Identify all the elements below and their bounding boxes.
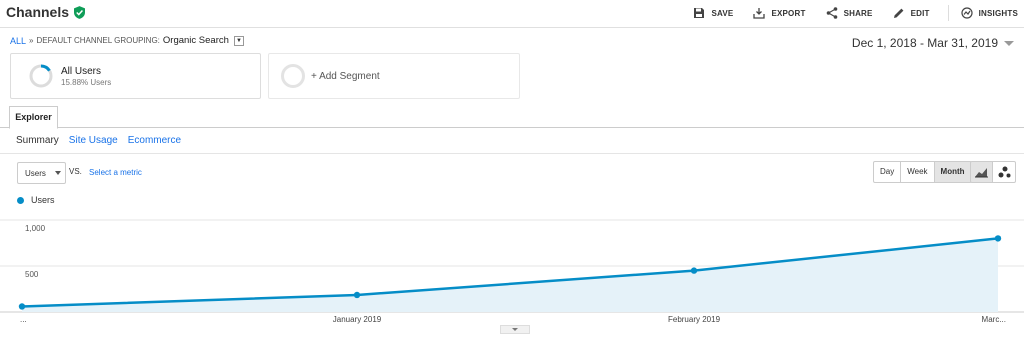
x-tick-label: Marc... xyxy=(982,315,1006,324)
breadcrumb-arrow: » xyxy=(29,36,34,45)
verified-shield-icon xyxy=(74,5,86,19)
period-month-button[interactable]: Month xyxy=(934,162,971,182)
insights-button[interactable]: INSIGHTS xyxy=(961,7,1018,19)
subtab-summary[interactable]: Summary xyxy=(16,135,59,146)
tab-explorer[interactable]: Explorer xyxy=(9,106,58,129)
users-area-chart: 1,000 500... January 2019 February 2019 Marc… xyxy=(0,219,1024,324)
save-button[interactable]: SAVE xyxy=(693,7,733,19)
segment-percent: 15.88% Users xyxy=(61,77,112,87)
export-button[interactable]: EXPORT xyxy=(753,7,805,19)
data-point xyxy=(353,291,361,299)
edit-icon xyxy=(893,8,903,18)
x-tick-label: January 2019 xyxy=(333,315,382,324)
data-point xyxy=(18,303,26,310)
bubble-chart-icon xyxy=(998,166,1010,178)
report-actions: SAVE EXPORT SHARE EDIT INSIGHTS xyxy=(673,5,1018,21)
line-chart-button[interactable] xyxy=(971,162,993,182)
report-title: Channels xyxy=(6,4,86,20)
export-label: EXPORT xyxy=(771,8,806,18)
report-title-text: Channels xyxy=(6,4,70,20)
chevron-down-icon xyxy=(512,328,518,331)
export-icon xyxy=(753,8,766,19)
metric-select-value: Users xyxy=(25,168,46,178)
data-point xyxy=(994,235,1002,242)
vs-label: VS. xyxy=(69,167,82,176)
period-toggle: Day Week Month xyxy=(873,161,972,183)
grouping-dropdown-button[interactable]: ▼ xyxy=(233,35,244,46)
breadcrumb-all-link[interactable]: ALL xyxy=(10,36,26,46)
insights-label: INSIGHTS xyxy=(978,8,1018,18)
breadcrumb: ALL » DEFAULT CHANNEL GROUPING: Organic … xyxy=(10,35,244,46)
period-day-button[interactable]: Day xyxy=(874,162,902,182)
actions-divider xyxy=(947,5,949,21)
segment-name: All Users xyxy=(61,65,102,77)
subtab-site-usage[interactable]: Site Usage xyxy=(69,135,118,146)
subtabs-divider xyxy=(0,153,1024,154)
report-header: Channels SAVE EXPORT SHARE EDIT INSIGHTS xyxy=(0,0,1024,28)
legend-series-dot xyxy=(17,196,24,204)
chevron-down-icon xyxy=(1004,40,1014,46)
chart-collapse-handle[interactable] xyxy=(500,325,530,334)
explorer-subtabs: Summary Site Usage Ecommerce xyxy=(16,135,181,146)
chart-legend: Users xyxy=(17,195,55,205)
metric-select[interactable]: Users xyxy=(17,162,66,184)
chevron-down-icon: ▼ xyxy=(235,37,242,44)
chevron-down-icon xyxy=(54,171,61,175)
motion-chart-button[interactable] xyxy=(993,162,1015,182)
report-tabbar: Explorer xyxy=(0,106,1024,129)
subtab-ecommerce[interactable]: Ecommerce xyxy=(128,135,181,146)
segment-progress-ring-icon xyxy=(29,64,53,88)
data-point xyxy=(690,267,698,274)
save-icon xyxy=(694,8,705,18)
y-tick-label: 1,000 xyxy=(25,224,46,233)
share-label: SHARE xyxy=(843,8,873,18)
period-week-button[interactable]: Week xyxy=(901,162,935,182)
insights-icon xyxy=(961,7,973,19)
chart-type-toggle xyxy=(970,161,1016,183)
date-range-text: Dec 1, 2018 - Mar 31, 2019 xyxy=(851,36,998,50)
share-icon xyxy=(826,7,837,19)
y-tick-label: 500 xyxy=(25,270,39,279)
edit-button[interactable]: EDIT xyxy=(893,7,930,19)
add-segment-button[interactable]: + Add Segment xyxy=(268,53,520,99)
empty-segment-ring-icon xyxy=(281,64,305,88)
select-metric-link[interactable]: Select a metric xyxy=(89,168,142,177)
edit-label: EDIT xyxy=(910,8,930,18)
x-tick-label: ... xyxy=(20,315,27,324)
date-range-picker[interactable]: Dec 1, 2018 - Mar 31, 2019 xyxy=(852,36,1014,50)
breadcrumb-grouping-value: Organic Search xyxy=(162,35,229,46)
breadcrumb-grouping-label: DEFAULT CHANNEL GROUPING: xyxy=(36,36,160,45)
share-button[interactable]: SHARE xyxy=(826,7,873,19)
add-segment-label: + Add Segment xyxy=(311,70,380,82)
segment-all-users[interactable]: All Users 15.88% Users xyxy=(10,53,261,99)
line-chart-icon xyxy=(975,167,988,177)
save-label: SAVE xyxy=(711,8,734,18)
legend-series-label: Users xyxy=(31,195,55,205)
x-tick-label: February 2019 xyxy=(668,315,721,324)
